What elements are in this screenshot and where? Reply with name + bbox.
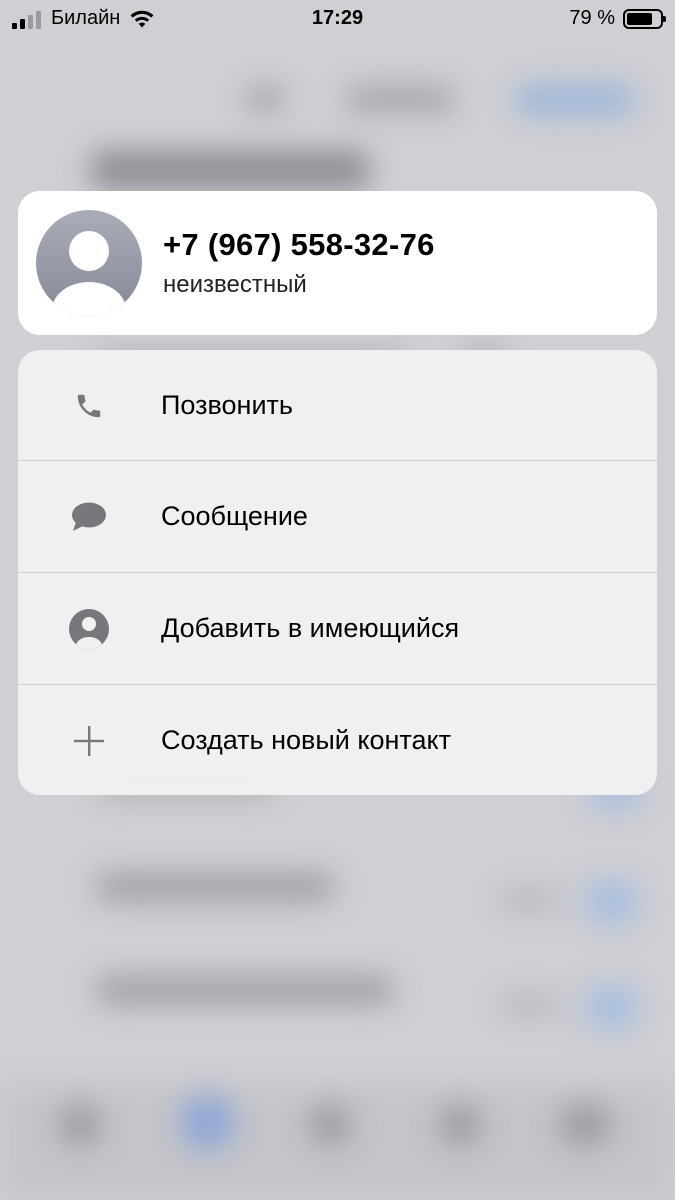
phone-icon [68,386,110,426]
menu-item-label: Создать новый контакт [161,725,451,755]
contact-card[interactable]: +7 (967) 558-32-76 неизвестный [18,191,657,335]
contact-action-menu: Позвонить Сообщение Добавить в имеющийся [18,350,657,795]
menu-item-call[interactable]: Позвонить [18,350,657,461]
battery-level-fill [627,12,653,25]
menu-item-add-to-existing[interactable]: Добавить в имеющийся [18,573,657,684]
menu-item-label: Позвонить [161,390,293,420]
menu-item-message[interactable]: Сообщение [18,461,657,572]
battery-icon [623,8,666,29]
contact-status-label: неизвестный [163,271,307,298]
contact-phone-number: +7 (967) 558-32-76 [163,227,435,262]
menu-item-label: Сообщение [161,501,308,531]
menu-item-create-contact[interactable]: Создать новый контакт [18,685,657,795]
plus-icon [68,721,110,761]
battery-percentage: 79 % [569,7,615,29]
status-bar-right: 79 % [569,7,666,30]
person-placeholder-icon [52,231,126,316]
menu-item-label: Добавить в имеющийся [161,613,460,643]
status-bar: Билайн 17:29 79 % [0,0,675,38]
message-bubble-icon [68,497,110,537]
contact-avatar [36,210,142,316]
person-circle-icon [68,609,110,649]
